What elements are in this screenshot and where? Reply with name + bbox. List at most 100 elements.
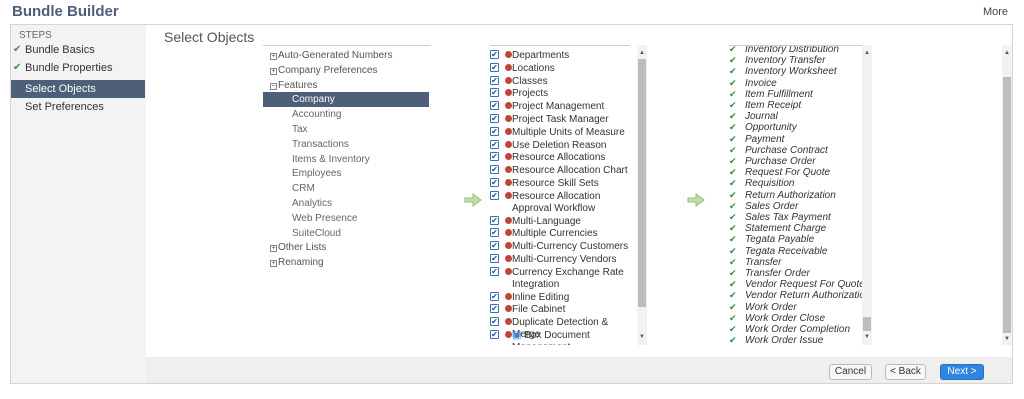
tree-node[interactable]: Accounting <box>263 107 429 122</box>
scroll-up-icon[interactable]: ▲ <box>638 49 646 57</box>
checkbox[interactable]: ✔ <box>490 304 499 314</box>
step-select-objects[interactable]: Select Objects <box>11 80 145 98</box>
selected-list-item[interactable]: ✔ Work Order Close <box>729 313 859 324</box>
selected-list-item[interactable]: ✔ Vendor Return Authorization <box>729 290 869 301</box>
list-item[interactable]: ✔ Resource Allocation Chart <box>490 165 630 178</box>
selected-list-item[interactable]: ✔ Work Order Completion <box>729 324 859 335</box>
cancel-button[interactable]: Cancel <box>829 364 872 380</box>
checkbox[interactable]: ✔ <box>490 165 499 175</box>
scroll-up-icon[interactable]: ▲ <box>863 49 871 57</box>
tree-node[interactable]: Employees <box>263 166 429 181</box>
selected-list-item[interactable]: ✔ Requisition <box>729 178 859 189</box>
list-item[interactable]: ✔ Locations <box>490 62 630 76</box>
tree-node[interactable]: Tax <box>263 122 429 137</box>
selected-list-item[interactable]: ✔ Work Order Issue <box>729 335 859 345</box>
selected-list-item[interactable]: ✔ Item Receipt <box>729 100 859 111</box>
selected-list-item[interactable]: ✔ Payment <box>729 134 859 145</box>
selected-objects-scrollbar[interactable]: ▲ ▼ <box>862 45 872 345</box>
list-item[interactable]: ✔ Resource Skill Sets <box>490 178 630 191</box>
expand-icon[interactable]: + <box>270 53 277 60</box>
list-item[interactable]: ✔ Multi-Language <box>490 215 630 229</box>
step-bundle-basics[interactable]: ✔ Bundle Basics <box>11 41 145 59</box>
tree-node[interactable]: Transactions <box>263 137 429 152</box>
scroll-down-icon[interactable]: ▼ <box>1003 335 1011 343</box>
tree-node[interactable]: Items & Inventory <box>263 152 429 167</box>
expand-icon[interactable]: + <box>270 67 277 75</box>
step-set-preferences[interactable]: Set Preferences <box>11 98 145 116</box>
expand-icon[interactable]: + <box>270 245 277 253</box>
checkbox[interactable]: ✔ <box>490 50 499 59</box>
checkbox[interactable]: ✔ <box>490 152 499 162</box>
tree-node[interactable]: Analytics <box>263 196 429 211</box>
checkbox[interactable]: ✔ <box>490 139 499 149</box>
checkbox[interactable]: ✔ <box>490 178 499 187</box>
selected-list-item[interactable]: ✔ Statement Charge <box>729 223 859 234</box>
tree-node[interactable]: Web Presence <box>263 211 429 226</box>
list-item[interactable]: ✔ Multiple Units of Measure <box>490 126 630 140</box>
available-objects-scrollbar[interactable]: ▲ ▼ <box>637 45 647 345</box>
list-item[interactable]: ✔ Resource Allocations <box>490 152 630 165</box>
back-button[interactable]: < Back <box>885 364 926 380</box>
list-item[interactable]: ✔ Inline Editing <box>490 291 630 305</box>
tree-node[interactable]: + Other Lists <box>263 240 429 255</box>
list-item[interactable]: ✔ Multiple Currencies <box>490 228 630 241</box>
checkbox[interactable]: ✔ <box>490 190 499 200</box>
list-item[interactable]: ✔ Project Task Manager <box>490 114 630 127</box>
list-item[interactable]: ✔ Multi-Currency Vendors <box>490 254 630 267</box>
selected-list-item[interactable]: ✔ Inventory Distribution <box>729 46 859 55</box>
scroll-up-icon[interactable]: ▲ <box>1003 49 1011 57</box>
checkbox[interactable]: ✔ <box>490 228 499 238</box>
collapse-icon[interactable]: − <box>270 82 277 90</box>
scroll-down-icon[interactable]: ▼ <box>638 333 646 341</box>
selected-list-item[interactable]: ✔ Opportunity <box>729 122 859 133</box>
checkbox[interactable]: ✔ <box>490 330 499 339</box>
list-item[interactable]: ✔ ▣ Box Document Management <box>490 330 630 345</box>
main-scrollbar[interactable]: ▲ ▼ <box>1002 45 1012 345</box>
next-button[interactable]: Next > <box>940 364 984 380</box>
list-item[interactable]: ✔ Classes <box>490 75 630 89</box>
checkbox[interactable]: ✔ <box>490 101 499 111</box>
selected-list-item[interactable]: ✔ Request For Quote <box>729 167 859 178</box>
checkbox[interactable]: ✔ <box>490 114 499 123</box>
checkbox[interactable]: ✔ <box>490 241 499 251</box>
checkbox[interactable]: ✔ <box>490 254 499 263</box>
list-item[interactable]: ✔ Multi-Currency Customers <box>490 241 630 254</box>
selected-list-item[interactable]: ✔ Sales Order <box>729 201 859 212</box>
list-item[interactable]: ✔ Use Deletion Reason <box>490 139 630 153</box>
checkbox[interactable]: ✔ <box>490 266 499 276</box>
list-item[interactable]: ✔ Duplicate Detection & Merge <box>490 317 630 340</box>
tree-node[interactable]: CRM <box>263 181 429 196</box>
tree-node[interactable]: + Company Preferences <box>263 63 429 78</box>
selected-list-item[interactable]: ✔ Inventory Transfer <box>729 55 859 66</box>
selected-list-item[interactable]: ✔ Transfer <box>729 257 859 268</box>
selected-list-item[interactable]: ✔ Return Authorization <box>729 190 859 201</box>
checkbox[interactable]: ✔ <box>490 126 499 136</box>
selected-list-item[interactable]: ✔ Transfer Order <box>729 268 859 279</box>
list-item[interactable]: ✔ Projects <box>490 88 630 101</box>
tree-node[interactable]: SuiteCloud <box>263 226 429 241</box>
tree-node[interactable]: + Renaming <box>263 255 429 270</box>
list-item[interactable]: ✔ Resource Allocation Approval Workflow <box>490 190 630 216</box>
checkbox[interactable]: ✔ <box>490 291 499 301</box>
selected-list-item[interactable]: ✔ Item Fulfillment <box>729 89 859 100</box>
list-item[interactable]: ✔ Project Management <box>490 101 630 114</box>
selected-list-item[interactable]: ✔ Work Order <box>729 302 859 313</box>
checkbox[interactable]: ✔ <box>490 215 499 225</box>
selected-list-item[interactable]: ✔ Sales Tax Payment <box>729 212 859 223</box>
more-link[interactable]: More <box>983 6 1008 18</box>
scroll-down-icon[interactable]: ▼ <box>863 333 871 341</box>
list-item[interactable]: ✔ Currency Exchange Rate Integration <box>490 266 630 292</box>
selected-list-item[interactable]: ✔ Purchase Contract <box>729 145 859 156</box>
checkbox[interactable]: ✔ <box>490 317 499 327</box>
expand-icon[interactable]: + <box>270 260 277 268</box>
selected-list-item[interactable]: ✔ Tegata Receivable <box>729 246 859 257</box>
tree-node[interactable]: Company <box>263 92 429 108</box>
scrollbar-thumb[interactable] <box>863 317 871 331</box>
selected-list-item[interactable]: ✔ Invoice <box>729 78 859 89</box>
selected-list-item[interactable]: ✔ Journal <box>729 111 859 122</box>
selected-list-item[interactable]: ✔ Purchase Order <box>729 156 859 167</box>
scrollbar-thumb[interactable] <box>638 59 646 307</box>
selected-list-item[interactable]: ✔ Tegata Payable <box>729 234 859 245</box>
checkbox[interactable]: ✔ <box>490 75 499 85</box>
selected-list-item[interactable]: ✔ Inventory Worksheet <box>729 66 859 77</box>
